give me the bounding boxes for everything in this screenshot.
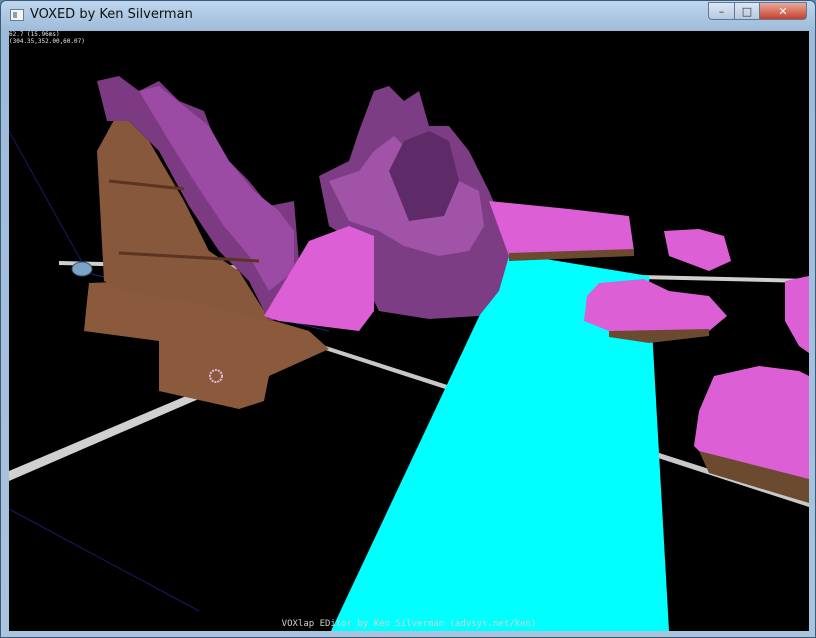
position-readout: (304.35,352.00,60.07) xyxy=(9,38,85,45)
pink-plateau-edge xyxy=(785,276,809,353)
minimize-button[interactable]: – xyxy=(708,2,735,20)
cursor-sphere[interactable] xyxy=(71,261,93,277)
app-window: VOXED by Ken Silverman – □ ✕ 62.7 (15.96… xyxy=(0,0,816,638)
maximize-button[interactable]: □ xyxy=(734,2,760,20)
pink-plateau-right-mid xyxy=(584,279,727,336)
pink-plateau-back xyxy=(489,201,634,256)
voxel-scene xyxy=(9,76,809,631)
status-text: VOXlap EDitor by Ken Silverman (advsys.n… xyxy=(281,619,537,629)
fps-readout: 62.7 (15.96ms) xyxy=(9,31,60,38)
title-bar[interactable]: VOXED by Ken Silverman – □ ✕ xyxy=(1,1,816,31)
grid-line-dark-2 xyxy=(9,508,200,612)
maximize-icon: □ xyxy=(741,4,753,18)
minimize-icon: – xyxy=(718,4,725,18)
grid-line-dark-1 xyxy=(9,130,85,267)
3d-viewport[interactable]: 62.7 (15.96ms) (304.35,352.00,60.07) VOX… xyxy=(9,31,809,631)
window-title: VOXED by Ken Silverman xyxy=(30,7,193,22)
close-button[interactable]: ✕ xyxy=(759,2,807,20)
app-icon xyxy=(10,9,24,21)
pink-plateau-small xyxy=(664,229,731,271)
close-icon: ✕ xyxy=(778,4,788,18)
